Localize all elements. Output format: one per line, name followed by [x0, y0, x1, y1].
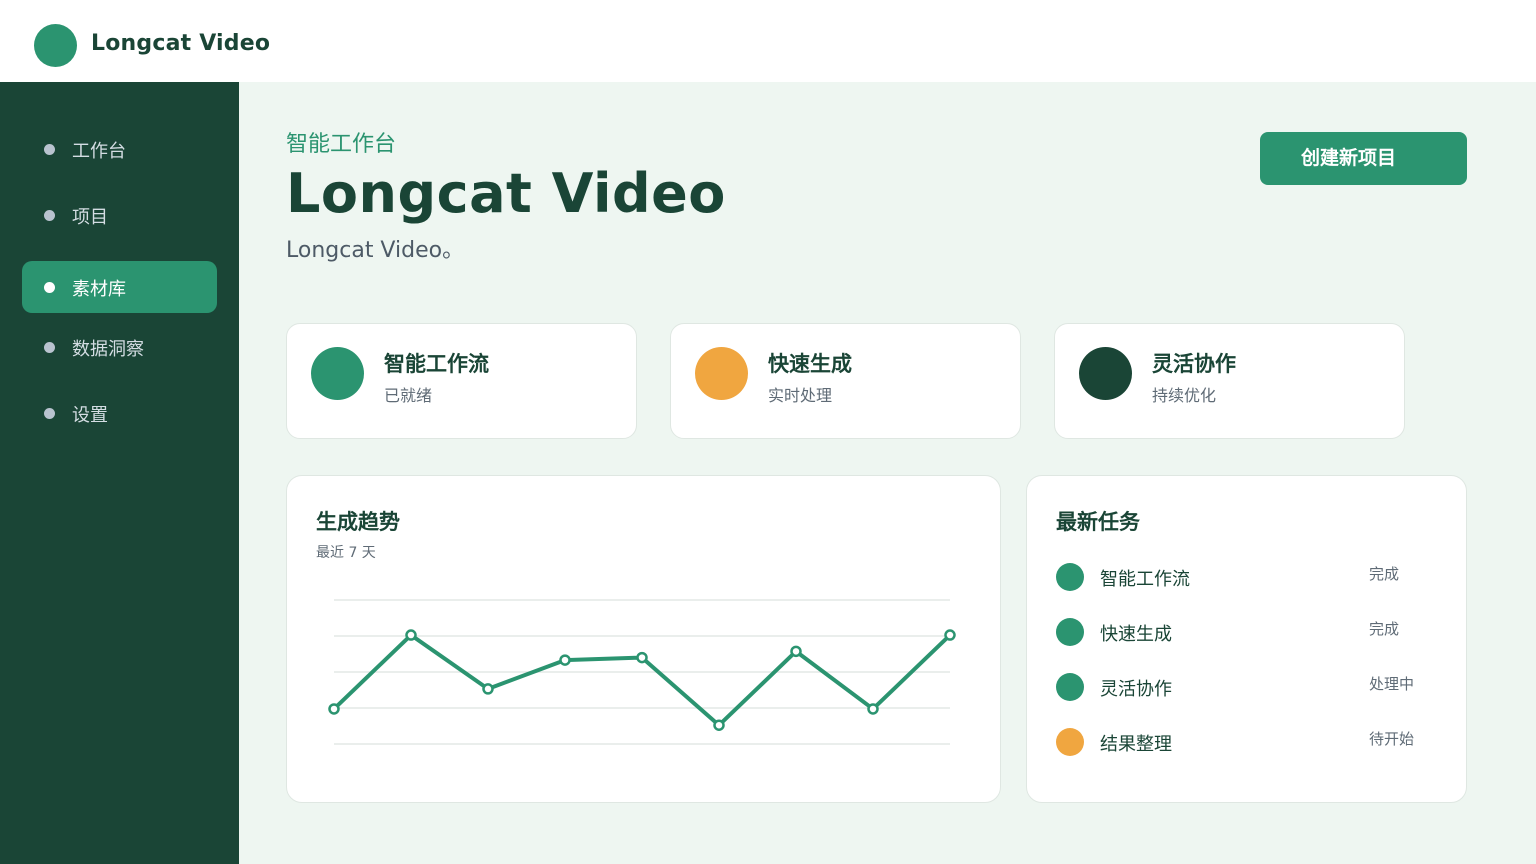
page-subtitle: Longcat Video。 — [286, 238, 465, 263]
task-name: 快速生成 — [1100, 624, 1172, 645]
stat-indicator-icon — [695, 347, 748, 400]
top-bar: Longcat Video — [0, 0, 1536, 82]
sidebar-item-insights[interactable]: 数据洞察 — [22, 321, 217, 373]
stat-card-generation[interactable]: 快速生成 实时处理 — [670, 323, 1021, 439]
chart-series-line — [332, 633, 952, 728]
chart-data-point[interactable] — [867, 703, 879, 715]
task-status: 处理中 — [1369, 675, 1415, 693]
chart-data-point[interactable] — [482, 683, 494, 695]
stat-title: 灵活协作 — [1152, 352, 1236, 376]
task-row[interactable]: 结果整理 待开始 — [1056, 723, 1436, 763]
chart-data-point[interactable] — [559, 654, 571, 666]
task-status: 完成 — [1369, 565, 1400, 583]
chart-data-point[interactable] — [790, 645, 802, 658]
stat-card-collaboration[interactable]: 灵活协作 持续优化 — [1054, 323, 1405, 439]
tasks-panel: 最新任务 智能工作流 完成 快速生成 完成 灵活协作 处理中 结果整理 待开始 — [1026, 475, 1467, 803]
stat-subtitle: 已就绪 — [384, 386, 433, 405]
bullet-icon — [44, 342, 55, 353]
create-project-button[interactable]: 创建新项目 — [1260, 132, 1467, 185]
task-status: 待开始 — [1369, 730, 1415, 748]
sidebar-item-label: 项目 — [72, 207, 108, 228]
chart-data-point[interactable] — [405, 629, 417, 641]
bullet-icon — [44, 210, 55, 221]
stat-indicator-icon — [1079, 347, 1132, 400]
task-name: 结果整理 — [1100, 734, 1172, 755]
stat-title: 快速生成 — [768, 352, 852, 376]
app-logo-icon — [34, 24, 77, 67]
page-title: Longcat Video — [286, 162, 726, 225]
trend-panel: 生成趋势 最近 7 天 — [286, 475, 1001, 803]
stat-card-workflow[interactable]: 智能工作流 已就绪 — [286, 323, 637, 439]
trend-chart — [328, 599, 956, 745]
app-name: Longcat Video — [91, 31, 271, 56]
sidebar-item-label: 设置 — [72, 405, 108, 426]
bullet-icon — [44, 282, 55, 293]
main-content: 智能工作台 Longcat Video Longcat Video。 创建新项目… — [239, 82, 1536, 864]
sidebar-item-label: 工作台 — [72, 141, 126, 162]
task-row[interactable]: 快速生成 完成 — [1056, 613, 1436, 653]
task-status-dot-icon — [1056, 563, 1084, 591]
task-status-dot-icon — [1056, 618, 1084, 646]
stat-subtitle: 持续优化 — [1152, 386, 1217, 405]
task-row[interactable]: 智能工作流 完成 — [1056, 558, 1436, 598]
sidebar-item-projects[interactable]: 项目 — [22, 189, 217, 241]
sidebar-item-label: 数据洞察 — [72, 339, 144, 360]
task-name: 智能工作流 — [1100, 569, 1190, 590]
sidebar-item-assets[interactable]: 素材库 — [22, 261, 217, 313]
chart-data-point[interactable] — [636, 651, 648, 664]
stat-subtitle: 实时处理 — [768, 386, 833, 405]
sidebar-item-workbench[interactable]: 工作台 — [22, 123, 217, 175]
task-name: 灵活协作 — [1100, 679, 1172, 700]
task-status-dot-icon — [1056, 673, 1084, 701]
sidebar: 工作台 项目 素材库 数据洞察 设置 — [0, 82, 239, 864]
chart-data-point[interactable] — [944, 629, 956, 641]
chart-data-point[interactable] — [713, 719, 725, 731]
task-row[interactable]: 灵活协作 处理中 — [1056, 668, 1436, 708]
page-eyebrow: 智能工作台 — [286, 132, 397, 157]
chart-data-point[interactable] — [328, 703, 340, 715]
bullet-icon — [44, 144, 55, 155]
stat-title: 智能工作流 — [384, 352, 489, 376]
bullet-icon — [44, 408, 55, 419]
sidebar-item-settings[interactable]: 设置 — [22, 387, 217, 439]
task-status: 完成 — [1369, 620, 1400, 638]
stat-indicator-icon — [311, 347, 364, 400]
task-status-dot-icon — [1056, 728, 1084, 756]
sidebar-item-label: 素材库 — [72, 279, 126, 300]
tasks-title: 最新任务 — [1056, 510, 1140, 534]
